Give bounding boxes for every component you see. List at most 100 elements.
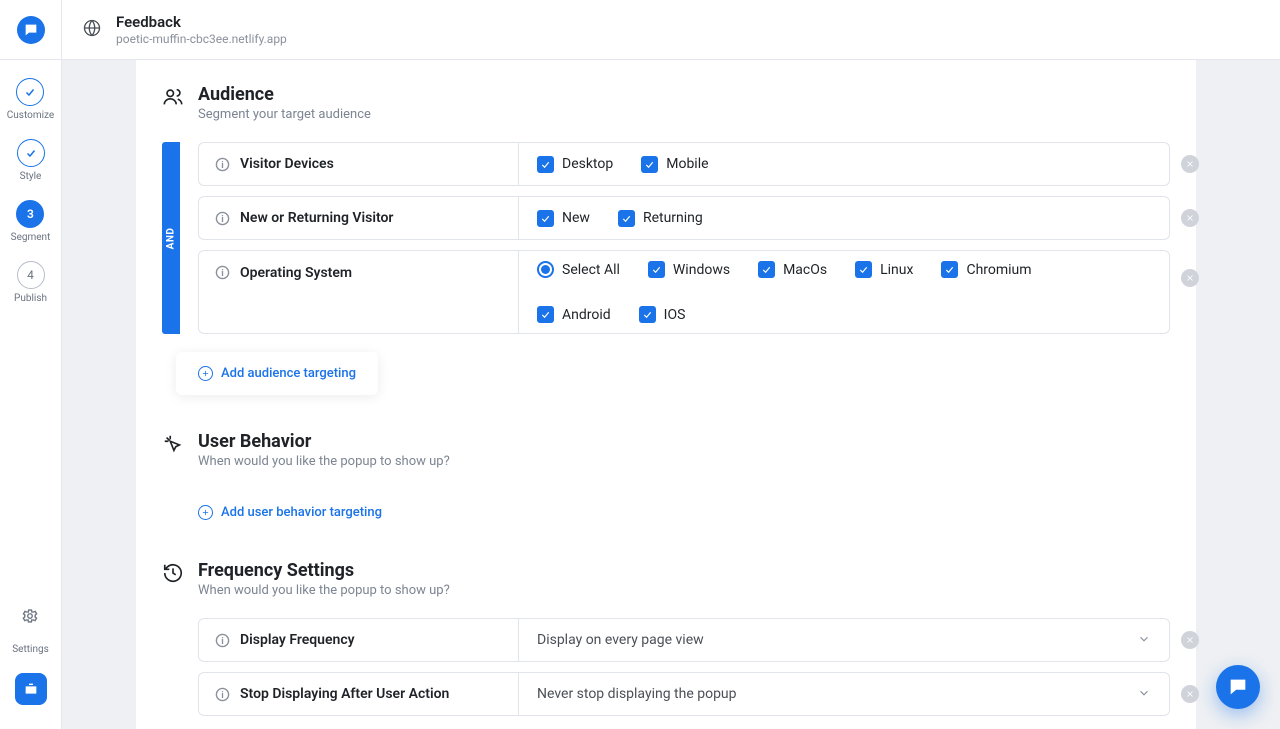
check-icon xyxy=(621,213,632,224)
checkbox-android[interactable]: Android xyxy=(537,306,611,323)
check-icon xyxy=(644,159,655,170)
header-text: Feedback poetic-muffin-cbc3ee.netlify.ap… xyxy=(116,13,287,46)
remove-display-frequency[interactable] xyxy=(1181,631,1199,649)
top-header: Feedback poetic-muffin-cbc3ee.netlify.ap… xyxy=(62,0,1280,60)
add-audience-targeting[interactable]: Add audience targeting xyxy=(176,352,378,395)
audience-conditions: AND i Visitor Devices Desktop xyxy=(162,142,1170,334)
checkbox-ios[interactable]: IOS xyxy=(639,306,686,323)
briefcase-icon xyxy=(23,681,39,697)
check-icon xyxy=(944,264,955,275)
rail-settings-label: Settings xyxy=(12,644,49,655)
info-icon[interactable]: i xyxy=(215,157,230,172)
display-frequency-label: Display Frequency xyxy=(240,632,355,648)
stop-displaying-value: Never stop displaying the popup xyxy=(537,686,737,702)
info-icon[interactable]: i xyxy=(215,633,230,648)
step-style[interactable]: Style xyxy=(17,139,45,182)
chevron-down-icon xyxy=(1137,631,1151,650)
chat-bubble-icon xyxy=(23,22,39,38)
svg-text:i: i xyxy=(221,159,223,170)
check-icon xyxy=(540,309,551,320)
frequency-title: Frequency Settings xyxy=(198,560,450,581)
close-icon xyxy=(1185,635,1195,645)
row-visitor-type: i New or Returning Visitor New Returning xyxy=(198,196,1170,240)
step-customize-circle xyxy=(16,78,44,106)
step-publish-label: Publish xyxy=(14,293,47,304)
step-segment[interactable]: 3 Segment xyxy=(11,200,51,243)
section-audience: Audience Segment your target audience AN… xyxy=(136,60,1196,407)
plus-icon xyxy=(198,505,213,520)
step-publish[interactable]: 4 Publish xyxy=(14,261,47,304)
svg-text:i: i xyxy=(221,213,223,224)
checkbox-macos[interactable]: MacOs xyxy=(758,261,827,278)
remove-visitor-type[interactable] xyxy=(1181,209,1199,227)
display-frequency-select[interactable]: Display on every page view xyxy=(519,619,1169,661)
audience-icon xyxy=(162,86,184,108)
info-icon[interactable]: i xyxy=(215,265,230,280)
app-logo[interactable] xyxy=(17,16,45,44)
chat-icon xyxy=(1227,676,1249,698)
display-frequency-value: Display on every page view xyxy=(537,632,704,648)
visitor-type-label: New or Returning Visitor xyxy=(240,210,393,226)
android-label: Android xyxy=(562,307,611,323)
radio-select-all[interactable]: Select All xyxy=(537,261,620,278)
visitor-devices-label: Visitor Devices xyxy=(240,156,334,172)
mobile-label: Mobile xyxy=(666,156,708,172)
check-icon xyxy=(25,147,37,159)
windows-label: Windows xyxy=(673,262,730,278)
step-customize[interactable]: Customize xyxy=(7,78,54,121)
row-stop-displaying: i Stop Displaying After User Action Neve… xyxy=(198,672,1170,716)
gear-icon xyxy=(16,602,44,630)
operating-system-label: Operating System xyxy=(240,265,352,281)
row-display-frequency: i Display Frequency Display on every pag… xyxy=(198,618,1170,662)
stop-displaying-label: Stop Displaying After User Action xyxy=(240,686,449,702)
check-icon xyxy=(858,264,869,275)
info-icon[interactable]: i xyxy=(215,211,230,226)
close-icon xyxy=(1185,689,1195,699)
history-icon xyxy=(162,562,184,584)
step-rail: Customize Style 3 Segment 4 Publish Sett… xyxy=(0,60,62,729)
audience-subtitle: Segment your target audience xyxy=(198,107,371,122)
checkbox-desktop[interactable]: Desktop xyxy=(537,156,613,173)
checkbox-new[interactable]: New xyxy=(537,210,590,227)
rail-settings[interactable]: Settings xyxy=(12,602,49,655)
remove-stop-displaying[interactable] xyxy=(1181,685,1199,703)
macos-label: MacOs xyxy=(783,262,827,278)
add-behavior-label: Add user behavior targeting xyxy=(221,505,382,520)
chevron-down-icon xyxy=(1137,685,1151,704)
frequency-subtitle: When would you like the popup to show up… xyxy=(198,583,450,598)
ios-label: IOS xyxy=(664,307,686,323)
stop-displaying-select[interactable]: Never stop displaying the popup xyxy=(519,673,1169,715)
page-title: Feedback xyxy=(116,13,287,31)
checkbox-linux[interactable]: Linux xyxy=(855,261,913,278)
check-icon xyxy=(540,159,551,170)
svg-text:i: i xyxy=(221,268,223,279)
chat-fab[interactable] xyxy=(1216,665,1260,709)
check-icon xyxy=(651,264,662,275)
info-icon[interactable]: i xyxy=(215,687,230,702)
add-behavior-targeting[interactable]: Add user behavior targeting xyxy=(162,497,382,524)
canvas: Audience Segment your target audience AN… xyxy=(62,60,1280,729)
check-icon xyxy=(540,213,551,224)
step-style-circle xyxy=(17,139,45,167)
audience-title: Audience xyxy=(198,84,371,105)
app-rail xyxy=(0,0,62,60)
select-all-label: Select All xyxy=(562,262,620,278)
plus-icon xyxy=(198,366,213,381)
checkbox-mobile[interactable]: Mobile xyxy=(641,156,708,173)
checkbox-returning[interactable]: Returning xyxy=(618,210,703,227)
returning-label: Returning xyxy=(643,210,703,226)
globe-icon xyxy=(82,18,102,42)
remove-operating-system[interactable] xyxy=(1181,269,1199,287)
behavior-title: User Behavior xyxy=(198,431,450,452)
checkbox-windows[interactable]: Windows xyxy=(648,261,730,278)
checkbox-chromium[interactable]: Chromium xyxy=(941,261,1031,278)
step-publish-circle: 4 xyxy=(17,261,45,289)
briefcase-button[interactable] xyxy=(15,673,47,705)
section-behavior: User Behavior When would you like the po… xyxy=(136,407,1196,536)
add-audience-label: Add audience targeting xyxy=(221,366,356,381)
step-style-label: Style xyxy=(20,171,42,182)
row-operating-system: i Operating System Select All Windows xyxy=(198,250,1170,334)
desktop-label: Desktop xyxy=(562,156,613,172)
check-icon xyxy=(24,86,36,98)
remove-visitor-devices[interactable] xyxy=(1181,155,1199,173)
